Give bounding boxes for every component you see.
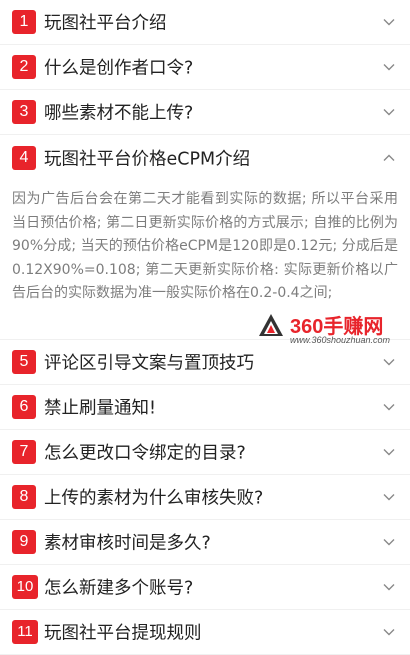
- chevron-down-icon[interactable]: [382, 580, 396, 594]
- faq-question: 素材审核时间是多久?: [44, 533, 211, 554]
- faq-number-badge: 2: [12, 55, 36, 79]
- chevron-down-icon[interactable]: [382, 535, 396, 549]
- faq-question: 禁止刷量通知!: [44, 398, 157, 419]
- faq-number-badge: 5: [12, 350, 36, 374]
- chevron-down-icon[interactable]: [382, 490, 396, 504]
- faq-number-badge: 7: [12, 440, 36, 464]
- chevron-up-icon[interactable]: [382, 151, 396, 165]
- faq-question: 哪些素材不能上传?: [44, 103, 194, 124]
- faq-number-badge: 3: [12, 100, 36, 124]
- faq-item-9[interactable]: 9 素材审核时间是多久?: [0, 520, 410, 565]
- chevron-down-icon[interactable]: [382, 60, 396, 74]
- chevron-down-icon[interactable]: [382, 105, 396, 119]
- faq-question: 怎么新建多个账号?: [44, 578, 194, 599]
- faq-item-3[interactable]: 3 哪些素材不能上传?: [0, 90, 410, 135]
- faq-question: 玩图社平台价格eCPM介绍: [44, 149, 251, 169]
- watermark-logo-icon: [258, 312, 284, 338]
- faq-item-6[interactable]: 6 禁止刷量通知!: [0, 385, 410, 430]
- faq-item-1[interactable]: 1 玩图社平台介绍: [0, 0, 410, 45]
- faq-item-11[interactable]: 11 玩图社平台提现规则: [0, 610, 410, 655]
- faq-item-10[interactable]: 10 怎么新建多个账号?: [0, 565, 410, 610]
- faq-number-badge: 9: [12, 530, 36, 554]
- faq-question: 玩图社平台提现规则: [44, 623, 202, 644]
- faq-question: 怎么更改口令绑定的目录?: [44, 443, 246, 464]
- chevron-down-icon[interactable]: [382, 400, 396, 414]
- faq-question: 上传的素材为什么审核失败?: [44, 488, 264, 509]
- faq-question: 什么是创作者口令?: [44, 58, 194, 79]
- faq-number-badge: 4: [12, 145, 36, 170]
- faq-number-badge: 10: [12, 575, 38, 599]
- chevron-down-icon[interactable]: [382, 625, 396, 639]
- faq-item-8[interactable]: 8 上传的素材为什么审核失败?: [0, 475, 410, 520]
- faq-number-badge: 8: [12, 485, 36, 509]
- faq-item-7[interactable]: 7 怎么更改口令绑定的目录?: [0, 430, 410, 475]
- faq-number-badge: 1: [12, 10, 36, 34]
- faq-item-2[interactable]: 2 什么是创作者口令?: [0, 45, 410, 90]
- faq-number-badge: 6: [12, 395, 36, 419]
- faq-number-badge: 11: [12, 620, 38, 644]
- chevron-down-icon[interactable]: [382, 355, 396, 369]
- chevron-down-icon[interactable]: [382, 445, 396, 459]
- watermark-url: www.360shouzhuan.com: [290, 335, 391, 345]
- watermark: 360手赚网 www.360shouzhuan.com: [258, 310, 408, 350]
- faq-question: 评论区引导文案与置顶技巧: [44, 353, 254, 374]
- faq-item-4[interactable]: 4 玩图社平台价格eCPM介绍: [0, 135, 410, 180]
- faq-question: 玩图社平台介绍: [44, 13, 167, 34]
- chevron-down-icon[interactable]: [382, 15, 396, 29]
